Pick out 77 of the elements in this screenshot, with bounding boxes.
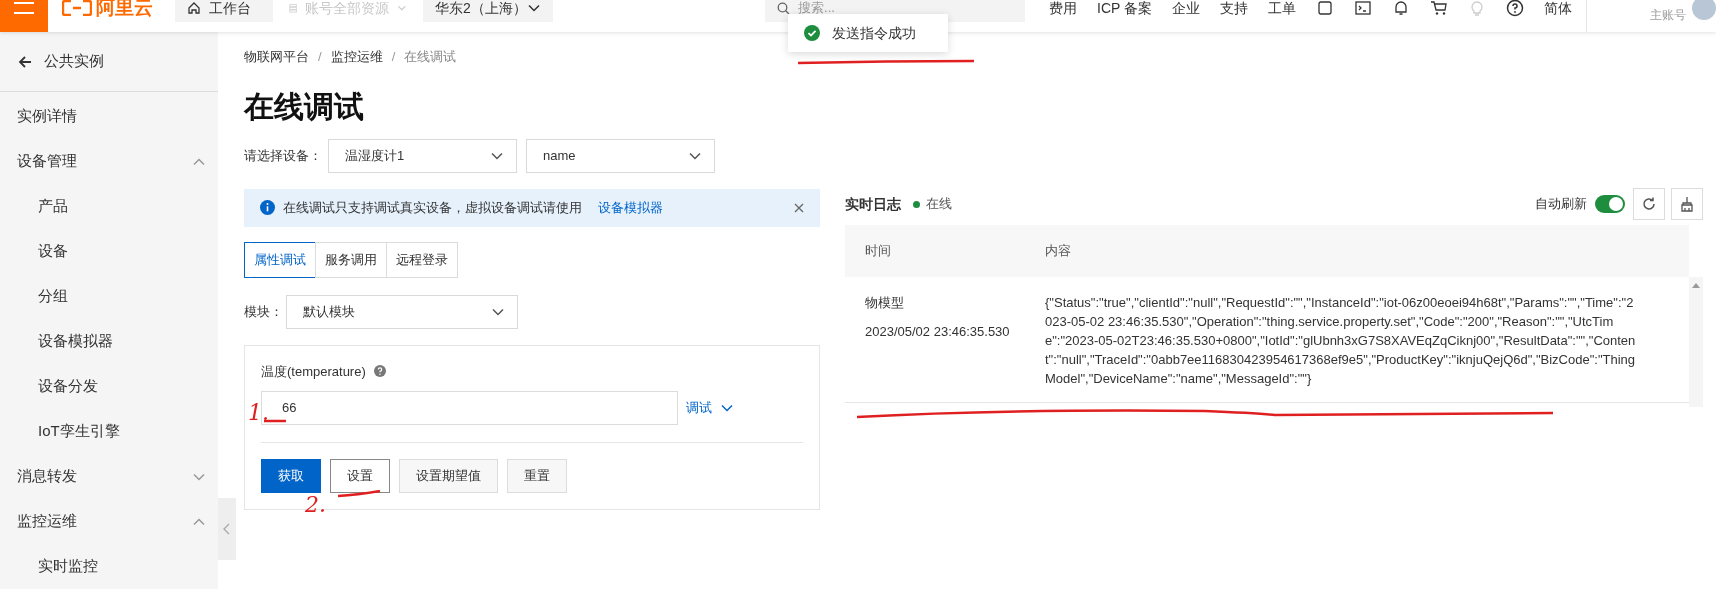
log-type: 物模型 (865, 294, 905, 312)
bell-icon[interactable] (1392, 0, 1410, 17)
tab[interactable]: 服务调用 (315, 241, 387, 278)
toast: 发送指令成功 (788, 14, 948, 52)
chevron-left-icon (223, 523, 231, 535)
info-icon (260, 200, 275, 215)
tab[interactable]: 属性调试 (244, 241, 316, 278)
breadcrumb-item[interactable]: 监控运维 (330, 47, 383, 67)
module-select[interactable]: 默认模块 (286, 294, 518, 329)
sidebar-item[interactable]: 实例详情 (0, 94, 218, 139)
sidebar-group[interactable]: 监控运维 (0, 499, 218, 544)
close-icon[interactable] (794, 202, 804, 213)
sidebar-group[interactable]: 设备管理 (0, 139, 218, 184)
scroll-up-icon (1692, 283, 1700, 288)
logo-icon (62, 0, 92, 16)
sidebar-item[interactable]: 设备模拟器 (0, 319, 218, 364)
menu-icon (13, 0, 35, 16)
auto-refresh-switch[interactable] (1595, 195, 1625, 213)
device-label: 请选择设备： (244, 146, 323, 165)
action-button[interactable]: 重置 (507, 459, 567, 493)
log-content: {"Status":"true","clientId":"null","RequestId":"","InstanceId":"iot-06z00eoei94h68t","Params":"","Time":"2023-05-02 23:46:35.530","Operation":"thing.service.property.set","Code":"200","Reason":"","UtcTime":"2023-05-02T23:46:35.530+0800","IotId":"glUbnh3xG7S8XAVEqZqCiknj00","ResultData":"","Content":"null","TraceId":"0abb7ee116830423954617368ef9e5","ProductKey":"iknjuQejQ6d","BizCode":"ThingModel","DeviceName":"name","MessageId":""} (1045, 294, 1637, 388)
back-link[interactable]: 公共实例 (0, 32, 218, 92)
collapse-handle[interactable] (218, 498, 236, 560)
tab[interactable]: 远程登录 (386, 241, 458, 278)
region-selector[interactable]: 华东2（上海） (423, 0, 553, 22)
column-header: 内容 (1045, 242, 1071, 261)
debug-dropdown[interactable]: 调试 (686, 398, 734, 418)
action-button[interactable]: 获取 (261, 459, 321, 493)
account-type: 主账号 (1650, 8, 1686, 22)
breadcrumb-item: 在线调试 (404, 48, 457, 66)
page-title: 在线调试 (244, 88, 365, 125)
product-select[interactable]: 温湿度计1 (328, 138, 517, 173)
refresh-button[interactable] (1633, 188, 1665, 220)
help-icon[interactable] (1506, 0, 1524, 17)
sidebar-group[interactable]: 消息转发 (0, 454, 218, 499)
sidebar-item[interactable]: 产品 (0, 184, 218, 229)
property-label: 温度(temperature) (261, 362, 366, 381)
search-icon (777, 1, 790, 15)
language-link[interactable]: 简体 (1544, 0, 1572, 19)
sidebar-item[interactable]: 设备 (0, 229, 218, 274)
log-time: 2023/05/02 23:46:35.530 (865, 323, 1011, 341)
database-icon (289, 1, 298, 15)
top-nav-link[interactable]: 工单 (1268, 0, 1296, 19)
alert-text: 在线调试只支持调试真实设备，虚拟设备调试请使用 (283, 198, 582, 217)
sidebar-item[interactable]: 设备分发 (0, 364, 218, 409)
refresh-icon (1641, 196, 1657, 212)
top-nav-link[interactable]: ICP 备案 (1097, 0, 1152, 19)
broom-icon (1679, 196, 1695, 212)
action-button[interactable]: 设置 (330, 459, 390, 493)
workbench-button[interactable]: 工作台 (174, 0, 273, 22)
sidebar-item[interactable]: 分组 (0, 274, 218, 319)
auto-refresh-label: 自动刷新 (1535, 195, 1587, 214)
action-button[interactable]: 设置期望值 (399, 459, 498, 493)
breadcrumb-item[interactable]: 物联网平台 (244, 47, 309, 67)
app-icon[interactable] (1316, 0, 1334, 17)
top-nav-link[interactable]: 企业 (1172, 0, 1200, 19)
breadcrumb-separator: / (391, 48, 396, 66)
sidebar-item[interactable]: IoT孪生引擎 (0, 409, 218, 454)
top-nav-link[interactable]: 支持 (1220, 0, 1248, 19)
home-icon (186, 1, 201, 15)
scrollbar[interactable] (1689, 277, 1703, 407)
log-title: 实时日志 (845, 194, 901, 214)
clear-button[interactable] (1671, 188, 1703, 220)
top-nav-link[interactable]: 费用 (1049, 0, 1077, 19)
annotation-number: 2. (305, 492, 326, 517)
module-label: 模块： (244, 302, 284, 321)
device-select[interactable]: name (526, 138, 715, 173)
column-header: 时间 (864, 242, 892, 261)
cart-icon[interactable] (1430, 0, 1448, 17)
success-icon (804, 25, 820, 41)
annotation-underline (337, 489, 381, 498)
terminal-icon[interactable] (1354, 0, 1372, 17)
simulator-link[interactable]: 设备模拟器 (598, 197, 663, 218)
arrow-left-icon (18, 54, 32, 69)
sidebar-item[interactable]: 实时监控 (0, 544, 218, 589)
status-text: 在线 (926, 195, 952, 214)
breadcrumb-separator: / (318, 48, 322, 66)
